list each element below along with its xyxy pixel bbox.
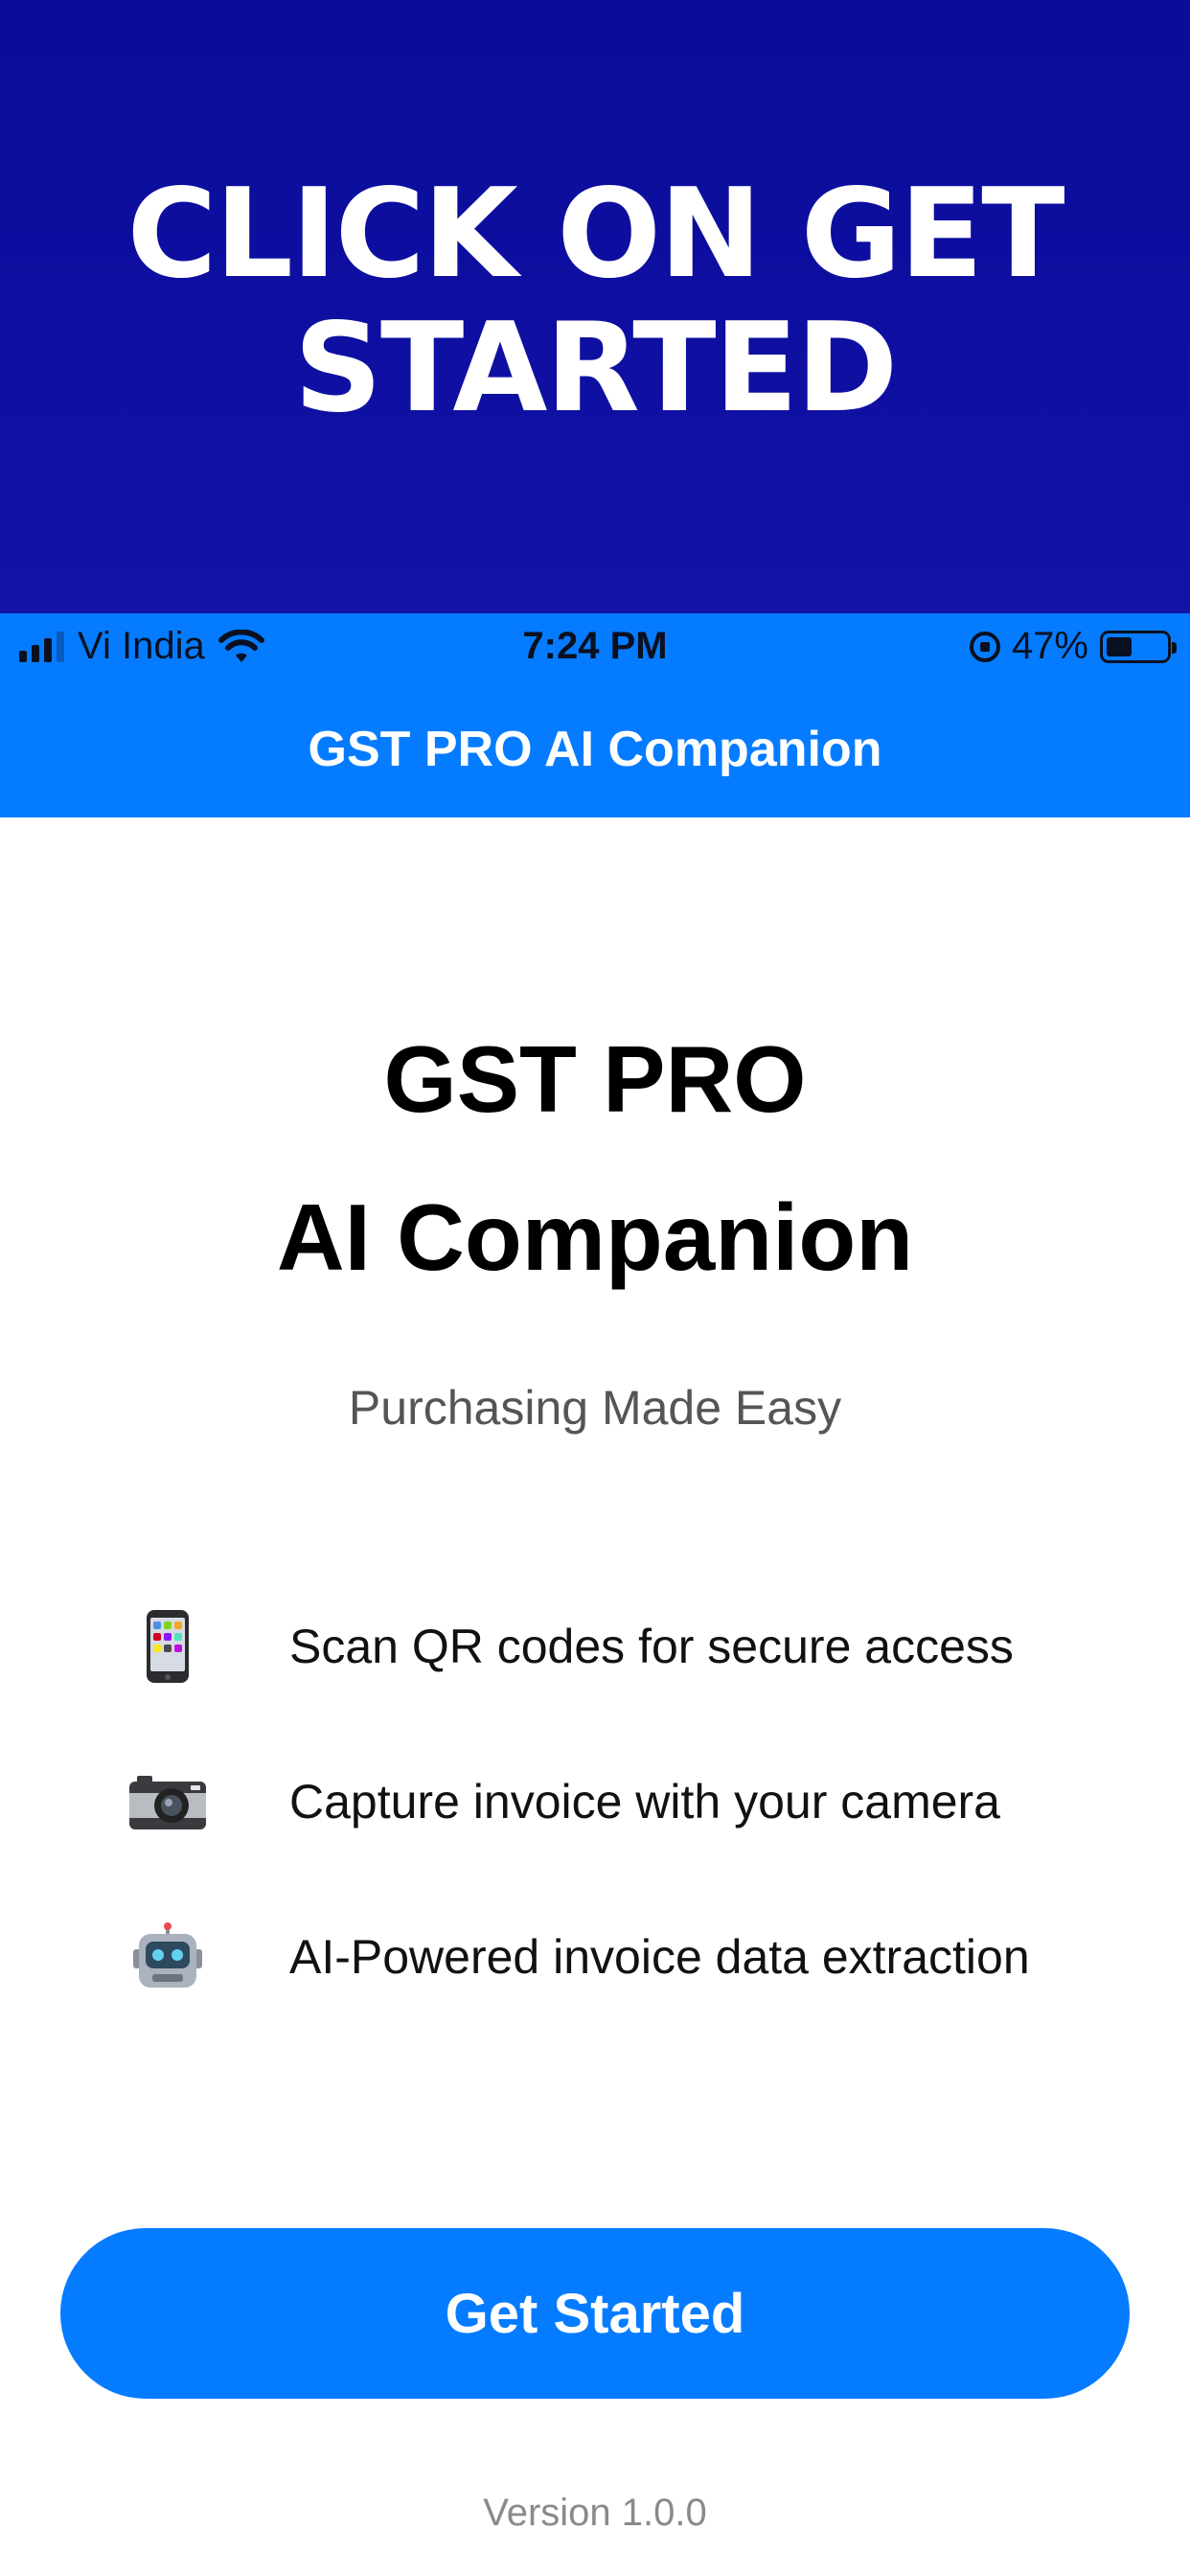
- instruction-banner: Click on Get Started: [0, 0, 1190, 613]
- robot-icon: [125, 1914, 211, 2000]
- feature-text: Capture invoice with your camera: [289, 1775, 1000, 1828]
- feature-text: AI-Powered invoice data extraction: [289, 1930, 1030, 1984]
- status-bar: Vi India 7:24 PM 47%: [0, 613, 1190, 680]
- orientation-lock-icon: [969, 631, 1000, 662]
- battery-percent: 47%: [1011, 625, 1088, 667]
- get-started-button[interactable]: Get Started: [60, 2228, 1130, 2399]
- hero-title-line2: AI Companion: [276, 1184, 914, 1290]
- hero-subtitle: Purchasing Made Easy: [348, 1381, 842, 1435]
- status-right: 47%: [969, 625, 1177, 668]
- feature-item-ai: AI-Powered invoice data extraction: [125, 1909, 1083, 2005]
- hero-title-line1: GST PRO: [383, 1026, 807, 1132]
- mobile-phone-icon: [125, 1603, 211, 1690]
- version-label: Version 1.0.0: [483, 2492, 707, 2534]
- battery-fill: [1107, 636, 1132, 656]
- instruction-text: Click on Get Started: [126, 163, 1064, 440]
- camera-icon: [125, 1759, 211, 1845]
- battery-icon: [1100, 630, 1177, 663]
- nav-title: GST PRO AI Companion: [308, 721, 882, 777]
- feature-item-qr: Scan QR codes for secure access: [125, 1598, 1083, 1694]
- nav-bar: GST PRO AI Companion: [0, 680, 1190, 817]
- feature-text: Scan QR codes for secure access: [289, 1620, 1014, 1673]
- feature-item-camera: Capture invoice with your camera: [125, 1754, 1083, 1850]
